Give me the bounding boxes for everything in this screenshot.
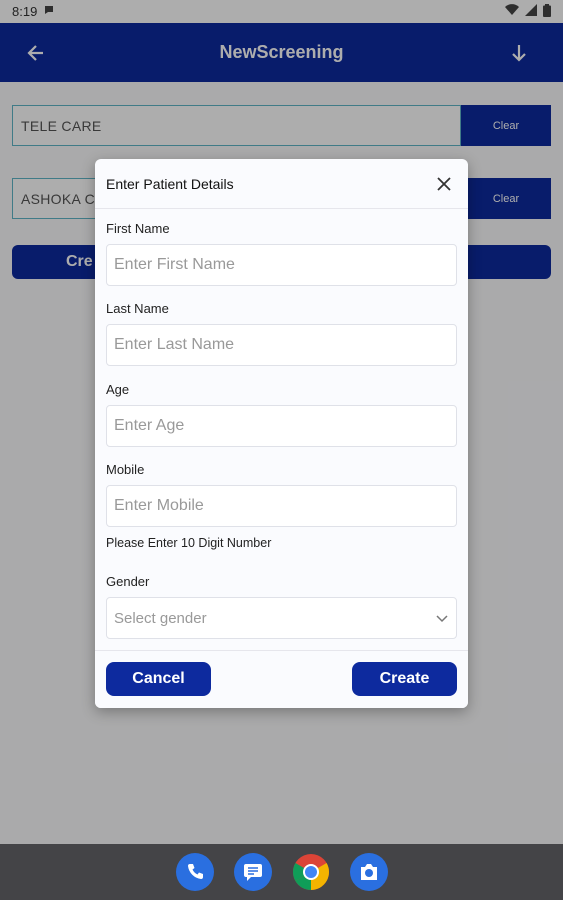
dialog-header: Enter Patient Details <box>95 159 468 209</box>
messages-icon[interactable] <box>233 853 272 891</box>
dialog-title: Enter Patient Details <box>106 175 234 192</box>
last-name-input[interactable]: Enter Last Name <box>106 324 457 366</box>
age-input[interactable]: Enter Age <box>106 405 457 447</box>
last-name-label: Last Name <box>106 301 169 316</box>
gender-label: Gender <box>106 574 150 589</box>
gender-select-value: Select gender <box>114 609 207 627</box>
patient-details-dialog: Enter Patient Details First Name Enter F… <box>95 159 468 708</box>
chrome-icon[interactable] <box>292 853 330 891</box>
first-name-label: First Name <box>106 221 170 236</box>
mobile-label: Mobile <box>106 462 145 477</box>
phone-icon[interactable] <box>175 853 214 891</box>
create-button[interactable]: Create <box>352 662 457 696</box>
age-label: Age <box>106 382 130 397</box>
dialog-footer: Cancel Create <box>95 650 468 708</box>
camera-icon[interactable] <box>349 853 388 891</box>
mobile-hint: Please Enter 10 Digit Number <box>106 536 272 550</box>
chevron-down-icon <box>436 610 448 627</box>
mobile-input[interactable]: Enter Mobile <box>106 485 457 527</box>
gender-select[interactable]: Select gender <box>106 597 457 639</box>
first-name-input[interactable]: Enter First Name <box>106 244 457 286</box>
system-nav-bar <box>0 844 563 900</box>
cancel-button[interactable]: Cancel <box>106 662 211 696</box>
close-icon[interactable] <box>432 172 456 196</box>
